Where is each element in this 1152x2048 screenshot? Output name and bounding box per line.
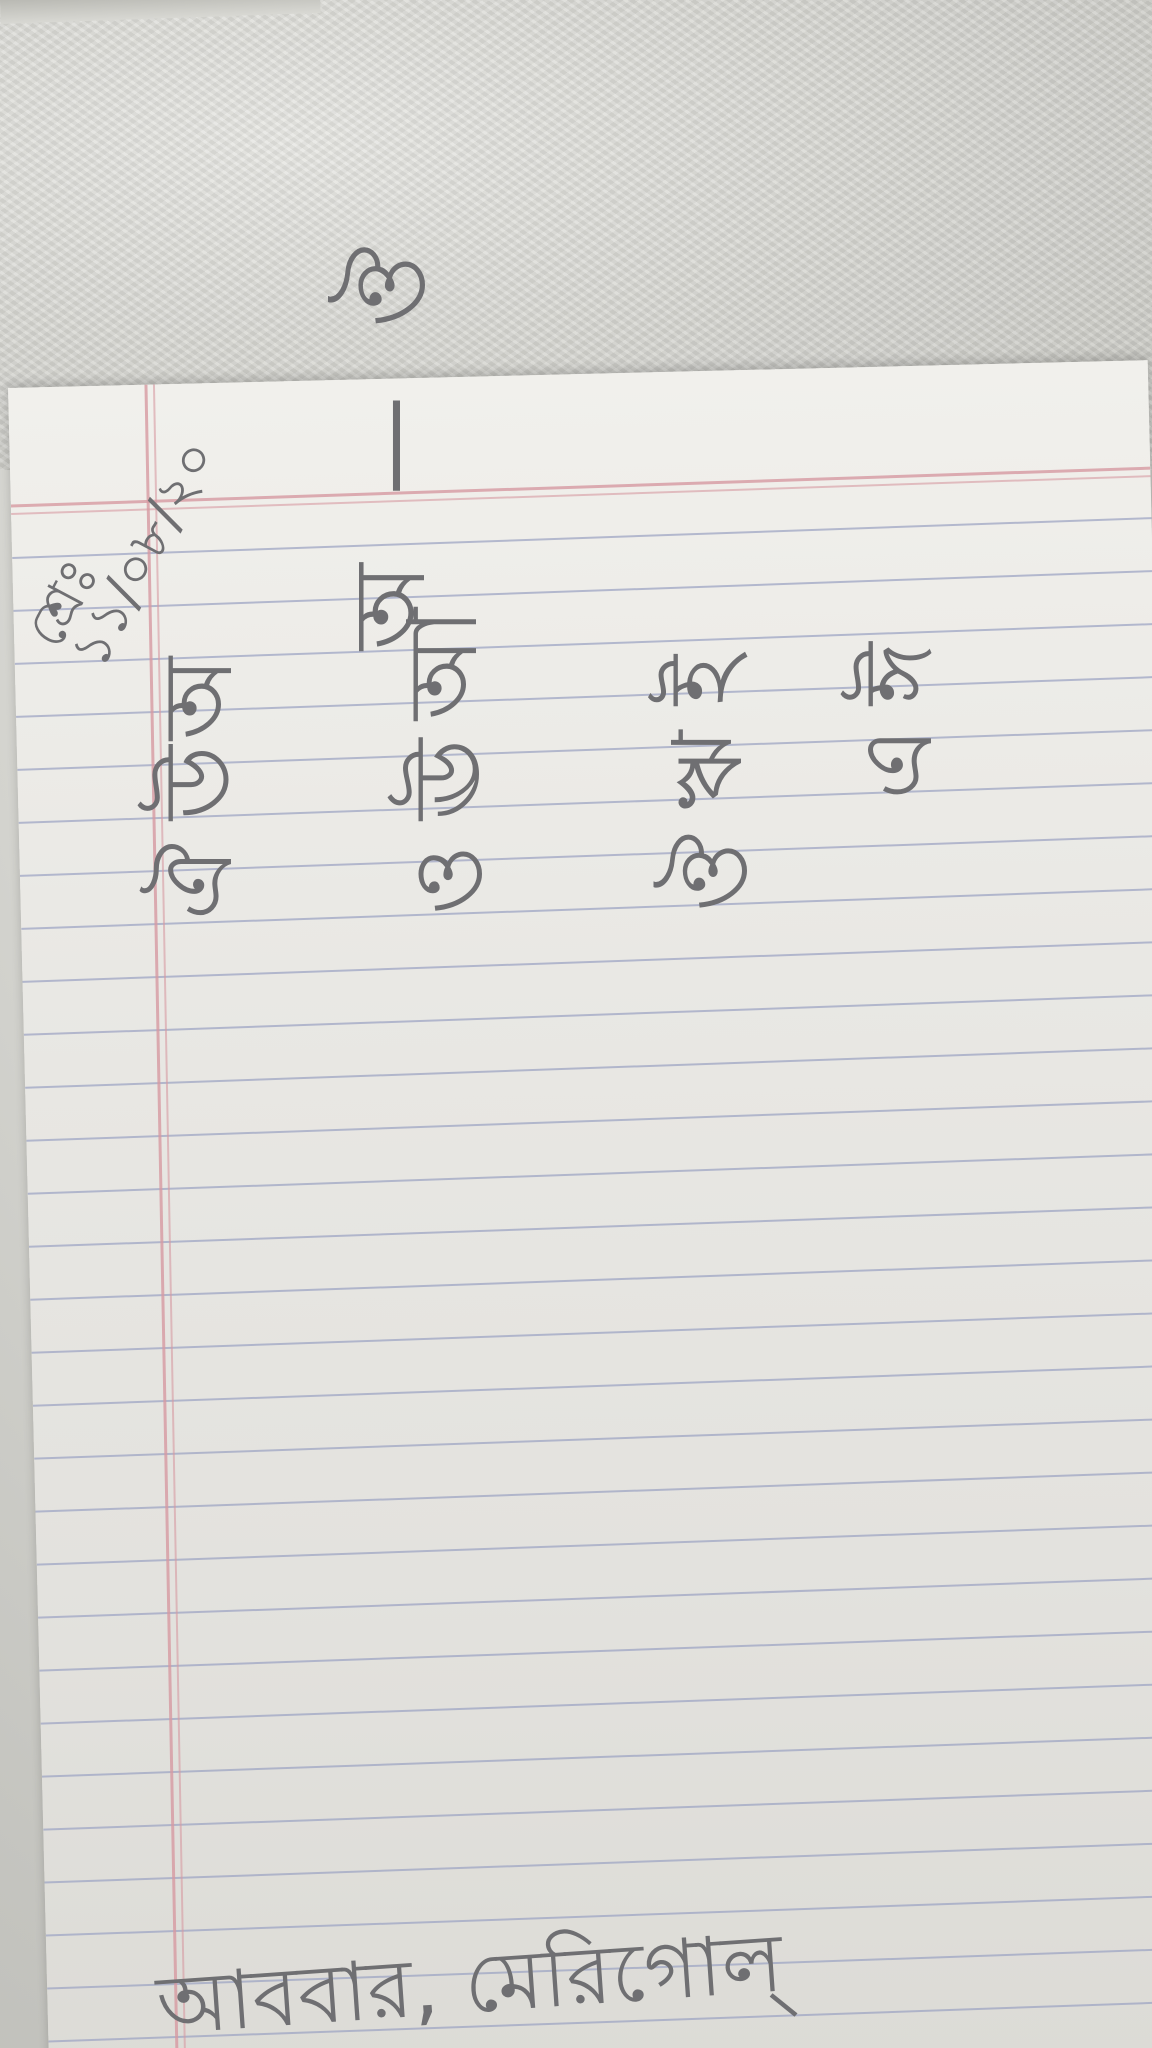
vowel-letter: এ: [842, 726, 954, 800]
vowel-letter: ও: [392, 844, 504, 915]
vowel-letter: ঈ: [842, 642, 954, 705]
vowel-letter: উ: [142, 745, 254, 820]
handwriting-layer: শ্রেঃ ১১/০৮/২০ অ — ঔ অ উ ঐ আ ঊ ও ই ঋ ঔ ঈ…: [0, 0, 1152, 2048]
footer-handwriting: আববার, মেরিগোল্‌: [153, 1915, 786, 2048]
vowel-letter: ঋ: [652, 730, 764, 810]
vowel-letter: আ: [387, 608, 499, 720]
vowel-letter: ই: [647, 655, 759, 705]
vowel-letter: ঊ: [392, 738, 504, 820]
vowel-letter: ঔ: [657, 833, 769, 912]
vowel-letter: অ: [142, 656, 254, 740]
vowel-heading: অ — ঔ: [331, 227, 448, 650]
date-value: ১১/০৮/২০: [57, 429, 230, 678]
photo-scene: শ্রেঃ ১১/০৮/২০ অ — ঔ অ উ ঐ আ ঊ ও ই ঋ ঔ ঈ…: [0, 0, 1152, 2048]
vowel-letter: ঐ: [142, 842, 254, 920]
